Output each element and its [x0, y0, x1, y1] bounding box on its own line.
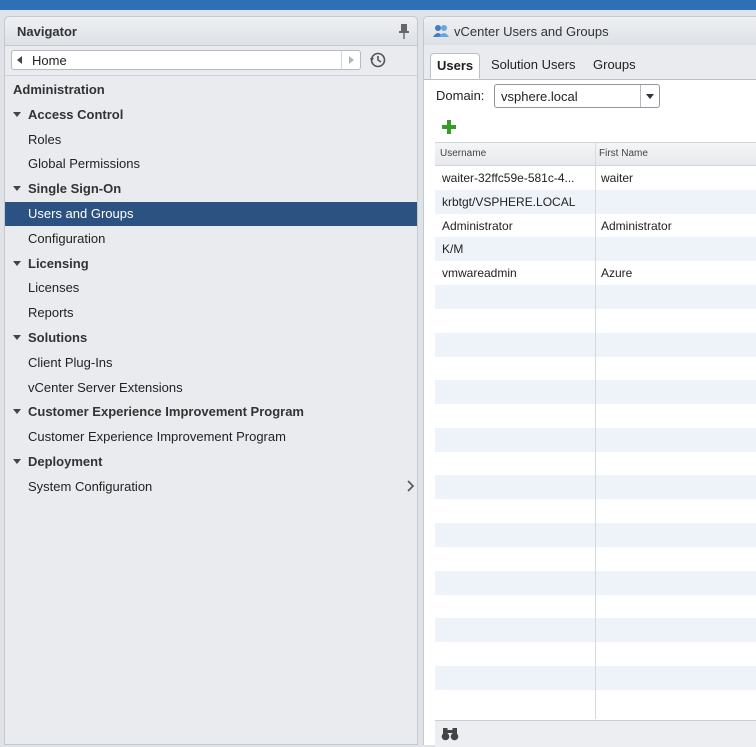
- chevron-right-icon[interactable]: [407, 480, 415, 492]
- sidebar-item-label: Customer Experience Improvement Program: [28, 404, 304, 420]
- first-name-cell: Azure: [601, 266, 633, 281]
- tab-users[interactable]: Users: [430, 53, 481, 79]
- top-bar: [0, 0, 756, 10]
- panel-title: vCenter Users and Groups: [454, 24, 609, 39]
- caret-down-icon[interactable]: [13, 186, 21, 192]
- sidebar-item-label: Users and Groups: [28, 206, 134, 221]
- domain-value[interactable]: vsphere.local: [501, 89, 578, 104]
- sidebar-item[interactable]: Configuration: [5, 227, 417, 251]
- caret-down-icon[interactable]: [13, 409, 21, 415]
- history-icon[interactable]: [369, 51, 387, 69]
- first-name-cell: waiter: [601, 171, 634, 185]
- tab-solution-users[interactable]: Solution Users: [485, 53, 582, 79]
- sidebar-item[interactable]: Customer Experience Improvement Program: [5, 400, 417, 424]
- caret-down-icon[interactable]: [13, 459, 21, 465]
- back-arrow-icon[interactable]: [17, 56, 22, 64]
- sidebar-item[interactable]: Single Sign-On: [5, 177, 417, 201]
- forward-arrow-icon[interactable]: [341, 51, 360, 69]
- column-header-first-name[interactable]: First Name: [599, 148, 648, 159]
- sidebar-item-label: Licenses: [28, 280, 80, 296]
- column-header-username[interactable]: Username: [440, 148, 486, 159]
- domain-select[interactable]: vsphere.local: [494, 84, 660, 108]
- sidebar-item[interactable]: Administration: [5, 78, 417, 102]
- username-cell: Administrator: [442, 218, 513, 233]
- sidebar-item[interactable]: vCenter Server Extensions: [5, 376, 417, 400]
- username-cell: vmwareadmin: [442, 266, 517, 281]
- sidebar-item[interactable]: Licensing: [5, 252, 417, 276]
- pin-icon[interactable]: [397, 22, 411, 40]
- users-icon: [433, 25, 449, 37]
- username-cell: krbtgt/VSPHERE.LOCAL: [442, 194, 576, 209]
- domain-label: Domain:: [436, 88, 485, 103]
- navigator-header: Navigator: [5, 17, 417, 46]
- sidebar-item-label: vCenter Server Extensions: [28, 379, 183, 395]
- sidebar-item-label: Customer Experience Improvement Program: [28, 429, 286, 445]
- caret-down-icon[interactable]: [13, 111, 21, 117]
- sidebar-item[interactable]: Access Control: [5, 103, 417, 127]
- sidebar-item-label: Global Permissions: [28, 156, 140, 172]
- sidebar-item[interactable]: Deployment: [5, 450, 417, 474]
- sidebar-item[interactable]: System Configuration: [5, 475, 417, 499]
- sidebar-item[interactable]: Users and Groups: [5, 202, 417, 226]
- home-label[interactable]: Home: [32, 53, 67, 68]
- panel-header: vCenter Users and Groups: [424, 17, 756, 46]
- sidebar-item-label: Deployment: [28, 454, 103, 469]
- sidebar-item-label: Solutions: [28, 330, 88, 345]
- sidebar-item-label: Administration: [13, 82, 105, 97]
- sidebar-item-label: Roles: [28, 131, 62, 147]
- first-name-cell: Administrator: [601, 218, 672, 233]
- binoculars-icon[interactable]: [441, 727, 459, 741]
- column-divider[interactable]: [595, 143, 596, 719]
- sidebar-item[interactable]: Global Permissions: [5, 152, 417, 176]
- chevron-down-icon[interactable]: [640, 85, 659, 107]
- navigator-title: Navigator: [17, 24, 77, 39]
- navigator-separator: [5, 75, 417, 76]
- sidebar-item-label: Single Sign-On: [28, 181, 122, 197]
- sidebar-item[interactable]: Client Plug-Ins: [5, 351, 417, 375]
- sidebar-item[interactable]: Customer Experience Improvement Program: [5, 425, 417, 449]
- caret-down-icon[interactable]: [13, 260, 21, 266]
- home-breadcrumb[interactable]: Home: [11, 50, 361, 70]
- sidebar-item-label: Client Plug-Ins: [28, 354, 113, 370]
- sidebar-item-label: Configuration: [28, 230, 106, 246]
- username-cell: K/M: [442, 242, 464, 257]
- add-user-icon[interactable]: [442, 120, 456, 134]
- sidebar-item-label: Access Control: [28, 106, 124, 122]
- sidebar-item-label: Reports: [28, 305, 74, 321]
- users-table: Username First Name waiter-32ffc59e-581c…: [435, 142, 756, 719]
- sidebar-item[interactable]: Licenses: [5, 276, 417, 300]
- sidebar-item[interactable]: Solutions: [5, 326, 417, 350]
- sidebar-item-label: Licensing: [28, 255, 89, 271]
- sidebar-item-label: System Configuration: [28, 478, 153, 494]
- tab-bar: Users Solution Users Groups: [424, 45, 756, 80]
- users-content: Domain: vsphere.local Username First Nam…: [424, 80, 756, 747]
- sidebar-item[interactable]: Reports: [5, 301, 417, 325]
- tab-groups[interactable]: Groups: [587, 53, 642, 79]
- table-footer: [435, 720, 756, 747]
- caret-down-icon[interactable]: [13, 335, 21, 341]
- navigator-panel: Navigator Home Administration Access Cont…: [4, 16, 418, 745]
- username-cell: waiter-32ffc59e-581c-4...: [442, 171, 575, 185]
- sidebar-item[interactable]: Roles: [5, 128, 417, 152]
- users-groups-panel: vCenter Users and Groups Users Solution …: [423, 16, 756, 747]
